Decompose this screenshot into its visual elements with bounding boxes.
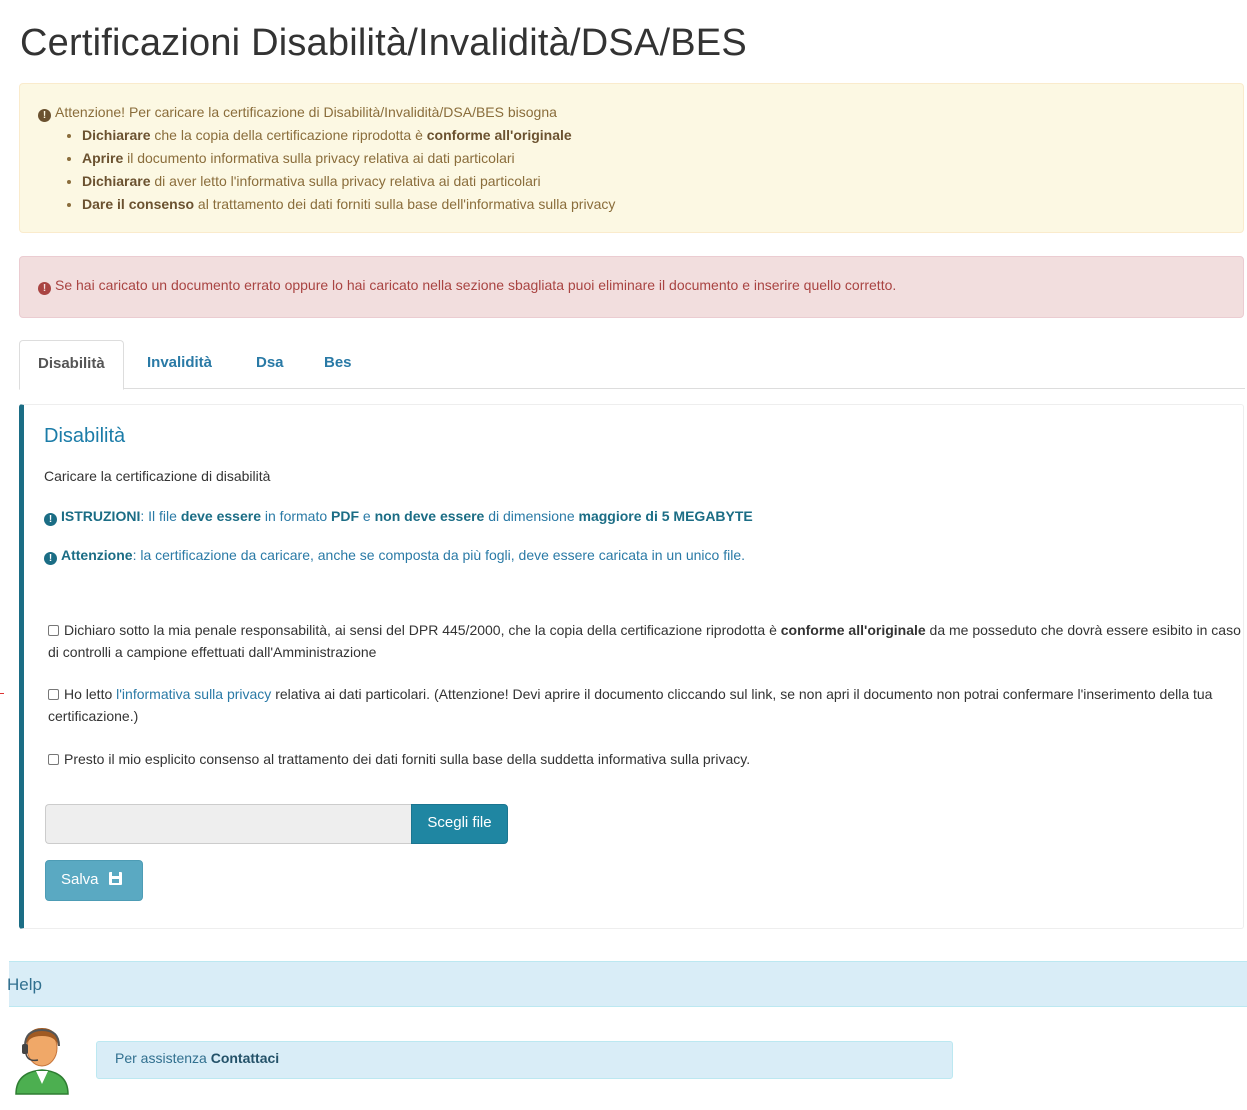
consent-checkbox[interactable] <box>48 754 59 765</box>
help-title: Help <box>7 975 42 994</box>
panel-title: Disabilità <box>44 425 126 447</box>
exclamation-circle-icon: ! <box>44 513 57 526</box>
tab-dsa[interactable]: Dsa <box>238 340 302 389</box>
list-item: Dichiarare che la copia della certificaz… <box>82 124 1225 147</box>
privacy-read-checkbox[interactable] <box>48 689 59 700</box>
istruzioni-text: ! ISTRUZIONI: Il file deve essere in form… <box>44 508 753 526</box>
file-name-field[interactable] <box>45 804 411 844</box>
panel-subtitle: Caricare la certificazione di disabilità <box>44 468 271 484</box>
danger-text: Se hai caricato un documento errato oppu… <box>55 277 897 293</box>
list-item: Dichiarare di aver letto l'informativa s… <box>82 170 1225 193</box>
tab-invalidita[interactable]: Invalidità <box>129 340 230 389</box>
save-button[interactable]: Salva <box>45 860 143 901</box>
warning-list: Dichiarare che la copia della certificaz… <box>38 124 1225 216</box>
conformity-checkbox[interactable] <box>48 625 59 636</box>
help-header: Help <box>7 961 1247 1007</box>
privacy-read-checkbox-row: Ho letto l'informativa sulla privacy rel… <box>48 686 1213 724</box>
exclamation-circle-icon: ! <box>44 552 57 565</box>
privacy-info-link[interactable]: l'informativa sulla privacy <box>116 686 271 702</box>
exclamation-circle-icon: ! <box>38 282 51 295</box>
tab-disabilita[interactable]: Disabilità <box>19 340 124 390</box>
consent-checkbox-row: Presto il mio esplicito consenso al trat… <box>48 748 1243 770</box>
edge-marker <box>0 693 4 694</box>
floppy-disk-icon <box>108 872 122 885</box>
choose-file-button[interactable]: Scegli file <box>411 804 508 844</box>
conformity-checkbox-row: Dichiaro sotto la mia penale responsabil… <box>48 622 1241 660</box>
tab-bes[interactable]: Bes <box>306 340 370 389</box>
list-item: Aprire il documento informativa sulla pr… <box>82 147 1225 170</box>
save-button-label: Salva <box>61 871 99 888</box>
attenzione-text: ! Attenzione: la certificazione da carica… <box>44 547 745 565</box>
disabilita-panel: Disabilità Caricare la certificazione di… <box>19 404 1244 929</box>
danger-alert: ! Se hai caricato un documento errato opp… <box>19 256 1244 318</box>
tab-bar: Disabilità Invalidità Dsa Bes <box>19 340 1245 390</box>
contact-link[interactable]: Contattaci <box>211 1050 279 1066</box>
warning-lead: ! Attenzione! Per caricare la certificazi… <box>38 102 1225 122</box>
exclamation-circle-icon: ! <box>38 109 51 122</box>
support-agent-icon <box>15 1028 69 1095</box>
assistance-box: Per assistenza Contattaci <box>96 1041 953 1079</box>
warning-alert: ! Attenzione! Per caricare la certificazi… <box>19 83 1244 233</box>
page-title: Certificazioni Disabilità/Invalidità/DSA… <box>20 22 747 64</box>
list-item: Dare il consenso al trattamento dei dati… <box>82 193 1225 216</box>
